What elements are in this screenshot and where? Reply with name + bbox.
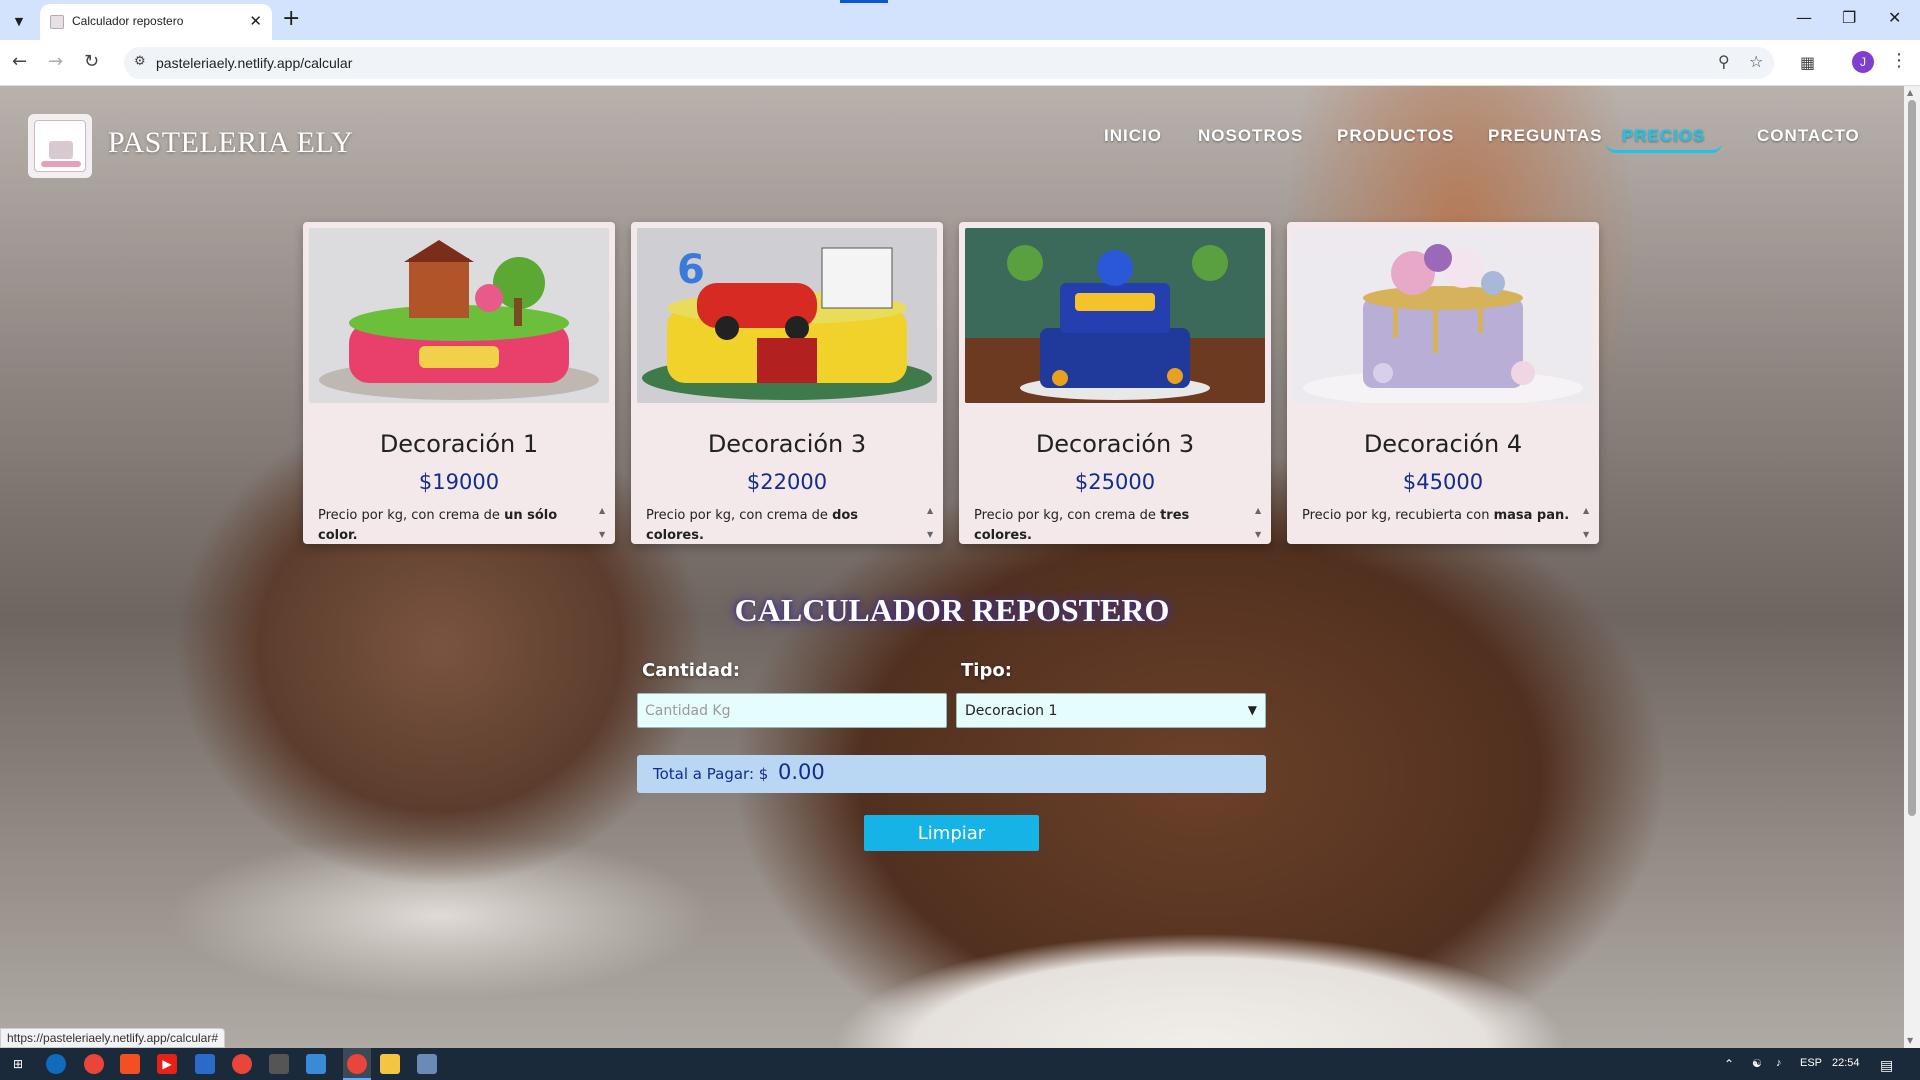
cake-image: 6 <box>637 228 937 403</box>
tab-title: Calculador repostero <box>72 14 184 28</box>
total-display: Total a Pagar: $ 0.00 <box>637 755 1266 793</box>
card-scrollbar[interactable]: ▲ ▼ <box>1583 506 1593 540</box>
nav-nosotros[interactable]: NOSOTROS <box>1198 126 1303 146</box>
app-icon[interactable] <box>417 1054 437 1074</box>
windows-start-icon[interactable]: ⊞ <box>8 1054 28 1074</box>
type-selected-value: Decoracion 1 <box>965 702 1058 719</box>
quantity-label: Cantidad: <box>642 660 741 681</box>
url-text[interactable]: pasteleriaely.netlify.app/calcular <box>156 55 352 71</box>
language-indicator[interactable]: ESP <box>1800 1057 1822 1069</box>
brand-name[interactable]: PASTELERIA ELY <box>108 126 353 160</box>
address-bar[interactable]: ⚙ pasteleriaely.netlify.app/calcular ⚲ ☆ <box>124 47 1774 79</box>
restore-icon[interactable]: ❐ <box>1842 8 1856 27</box>
nav-inicio[interactable]: INICIO <box>1104 126 1162 146</box>
logo-image <box>34 120 86 172</box>
zoom-icon[interactable]: ⚲ <box>1718 52 1730 71</box>
calculator-title: CALCULADOR REPOSTERO <box>734 592 1170 628</box>
bookmark-star-icon[interactable]: ☆ <box>1749 52 1763 71</box>
browser-tab[interactable]: Calculador repostero ✕ <box>40 4 272 40</box>
nav-contacto[interactable]: CONTACTO <box>1757 126 1860 146</box>
close-tab-icon[interactable]: ✕ <box>249 12 262 30</box>
card-scrollbar[interactable]: ▲ ▼ <box>599 506 609 540</box>
scrollbar-thumb[interactable] <box>1908 100 1916 816</box>
chrome-active-icon[interactable] <box>347 1054 367 1074</box>
card-price: $25000 <box>1074 470 1156 494</box>
scroll-down-icon[interactable]: ▼ <box>1907 1036 1913 1045</box>
card-title: Decoración 3 <box>707 430 867 458</box>
extensions-icon[interactable]: ▦ <box>1800 53 1815 72</box>
tab-search-icon[interactable]: ▼ <box>8 10 30 32</box>
chrome-icon[interactable] <box>84 1054 104 1074</box>
nav-precios[interactable]: PRECIOS <box>1606 126 1722 153</box>
new-tab-icon[interactable]: + <box>282 6 300 31</box>
card-title: Decoración 1 <box>379 430 539 458</box>
network-icon[interactable]: ☯ <box>1752 1057 1762 1070</box>
browser-toolbar: ← → ↻ ⚙ pasteleriaely.netlify.app/calcul… <box>0 40 1920 86</box>
forward-icon[interactable]: → <box>48 51 63 72</box>
profile-avatar[interactable]: J <box>1852 51 1874 73</box>
nav-productos[interactable]: PRODUCTOS <box>1337 126 1454 146</box>
favicon-icon <box>50 15 64 29</box>
file-explorer-icon[interactable] <box>380 1054 400 1074</box>
calculator-icon[interactable] <box>269 1054 289 1074</box>
site-info-icon[interactable]: ⚙ <box>134 54 146 69</box>
card-price: $22000 <box>746 470 828 494</box>
card-price: $19000 <box>418 470 500 494</box>
close-window-icon[interactable]: ✕ <box>1888 8 1901 27</box>
reload-icon[interactable]: ↻ <box>84 51 99 72</box>
price-card: Decoración 4 $45000 Precio por kg, recub… <box>1287 222 1599 544</box>
quantity-input[interactable] <box>637 693 947 728</box>
tab-loading-indicator <box>840 0 888 3</box>
cake-image <box>309 228 609 403</box>
back-icon[interactable]: ← <box>12 51 27 72</box>
browser-menu-icon[interactable]: ⋮ <box>1890 50 1908 71</box>
windows-taskbar: ⊞ ▶ ⌃ ☯ ♪ ESP 22:54 ▤ <box>0 1048 1920 1080</box>
card-scrollbar[interactable]: ▲ ▼ <box>1255 506 1265 540</box>
status-bar-url: https://pasteleriaely.netlify.app/calcul… <box>0 1028 226 1048</box>
scroll-up-icon[interactable]: ▲ <box>1907 88 1913 97</box>
card-price: $45000 <box>1402 470 1484 494</box>
edge-icon[interactable] <box>46 1054 66 1074</box>
youtube-icon[interactable]: ▶ <box>157 1054 177 1074</box>
price-card: 6 Decoración 3 $22000 Precio por kg, con… <box>631 222 943 544</box>
tray-chevron-icon[interactable]: ⌃ <box>1724 1057 1734 1071</box>
card-description: Precio por kg, con crema de tres colores… <box>974 508 1190 543</box>
card-title: Decoración 4 <box>1363 430 1523 458</box>
notifications-icon[interactable]: ▤ <box>1880 1057 1893 1074</box>
price-card: Decoración 3 $25000 Precio por kg, con c… <box>959 222 1271 544</box>
clear-button[interactable]: Limpiar <box>864 815 1039 851</box>
card-description: Precio por kg, recubierta con masa pan. <box>1302 508 1570 523</box>
card-scrollbar[interactable]: ▲ ▼ <box>927 506 937 540</box>
card-description: Precio por kg, con crema de dos colores. <box>646 508 859 543</box>
nav-preguntas[interactable]: PREGUNTAS <box>1488 126 1602 146</box>
cake-image <box>965 228 1265 403</box>
svg-text:6: 6 <box>677 247 705 293</box>
total-value: 0.00 <box>778 760 825 784</box>
store-icon[interactable] <box>120 1054 140 1074</box>
browser-tab-bar: ▼ Calculador repostero ✕ + — ❐ ✕ <box>0 0 1920 40</box>
card-title: Decoración 3 <box>1035 430 1195 458</box>
price-card: Decoración 1 $19000 Precio por kg, con c… <box>303 222 615 544</box>
type-select[interactable]: Decoracion 1 ▼ <box>956 693 1266 728</box>
vscode-icon[interactable] <box>195 1054 215 1074</box>
volume-icon[interactable]: ♪ <box>1776 1057 1782 1069</box>
page-background: PASTELERIA ELY INICIO NOSOTROS PRODUCTOS… <box>0 86 1920 1048</box>
clock[interactable]: 22:54 <box>1832 1057 1860 1069</box>
page-scrollbar[interactable]: ▲ ▼ <box>1904 86 1920 1048</box>
type-label: Tipo: <box>961 660 1012 681</box>
chrome-alt-icon[interactable] <box>232 1054 252 1074</box>
site-logo[interactable] <box>28 114 92 178</box>
card-description: Precio por kg, con crema de un sólo colo… <box>318 508 558 543</box>
minimize-icon[interactable]: — <box>1796 8 1812 27</box>
cake-image <box>1293 228 1593 403</box>
chevron-down-icon: ▼ <box>1247 703 1257 717</box>
remote-desktop-icon[interactable] <box>306 1054 326 1074</box>
total-label: Total a Pagar: $ <box>653 765 769 783</box>
